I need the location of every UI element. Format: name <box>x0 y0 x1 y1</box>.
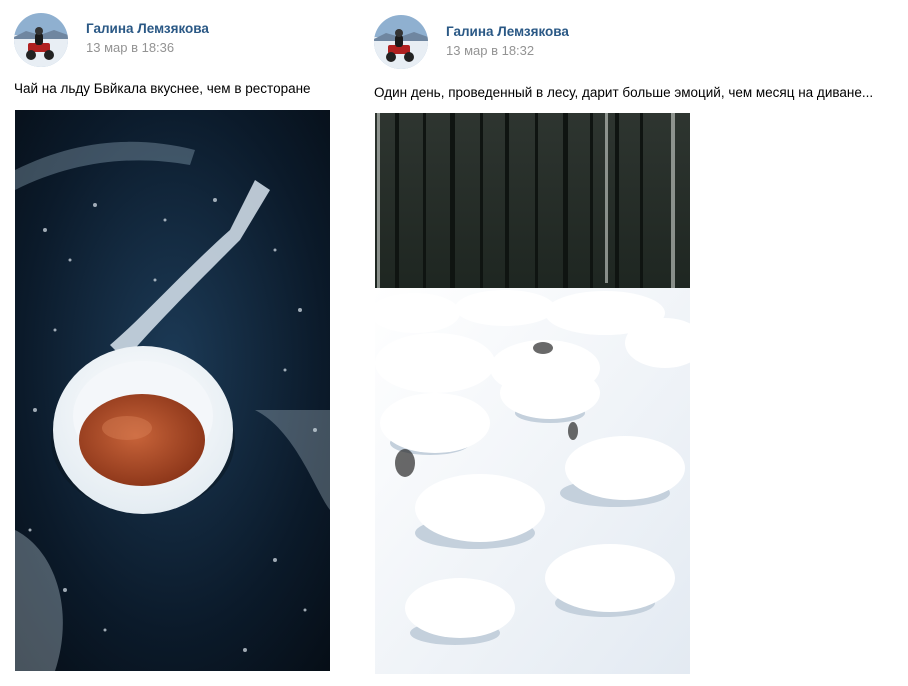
post-text: Чай на льду Бвйкала вкуснее, чем в ресто… <box>14 81 311 96</box>
author-name-link[interactable]: Галина Лемзякова <box>86 21 209 36</box>
tea-bowl-on-ice-photo[interactable] <box>15 110 330 671</box>
avatar[interactable] <box>374 15 428 69</box>
post-text: Один день, проведенный в лесу, дарит бол… <box>374 85 874 100</box>
author-name-link[interactable]: Галина Лемзякова <box>446 24 569 39</box>
snowy-forest-photo[interactable] <box>375 113 690 674</box>
wall-post: Галина Лемзякова 13 мар в 18:32 Один ден… <box>374 0 908 674</box>
post-date-link[interactable]: 13 мар в 18:36 <box>86 40 174 55</box>
avatar[interactable] <box>14 13 68 67</box>
wall-post: Галина Лемзякова 13 мар в 18:36 Чай на л… <box>14 0 344 671</box>
post-header: Галина Лемзякова 13 мар в 18:32 <box>374 0 908 70</box>
post-header: Галина Лемзякова 13 мар в 18:36 <box>14 0 344 70</box>
post-date-link[interactable]: 13 мар в 18:32 <box>446 43 534 58</box>
